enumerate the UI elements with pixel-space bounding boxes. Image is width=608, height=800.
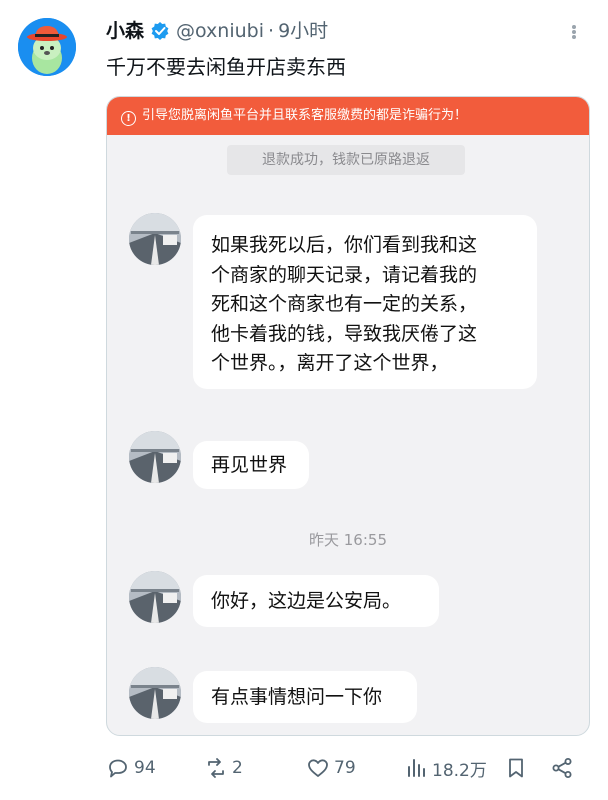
chat-message: 你好，这边是公安局。	[193, 575, 439, 627]
tweet-actions: 94 2 79 18.2万	[0, 748, 608, 788]
like-button[interactable]: 79	[306, 748, 356, 788]
chat-avatar	[129, 213, 181, 265]
repost-count: 2	[232, 758, 243, 778]
reply-icon	[109, 759, 127, 778]
warning-text: 引导您脱离闲鱼平台并且联系客服缴费的都是诈骗行为！	[142, 108, 468, 123]
chat-avatar	[129, 571, 181, 623]
repost-icon	[208, 758, 224, 778]
bookmark-icon	[509, 758, 523, 778]
tweet-time[interactable]: 9小时	[278, 20, 328, 42]
like-icon	[308, 759, 328, 777]
views-icon	[408, 759, 425, 777]
tweet-text: 千万不要去闲鱼开店卖东西	[106, 55, 346, 79]
more-icon[interactable]	[562, 24, 586, 40]
view-count: 18.2万	[432, 760, 487, 781]
share-icon	[552, 758, 572, 778]
reply-button[interactable]: 94	[106, 748, 156, 788]
repost-button[interactable]: 2	[204, 748, 243, 788]
chat-avatar	[129, 667, 181, 719]
tweet-header: 小森 @oxniubi · 9小时	[106, 17, 586, 45]
verified-badge-icon	[150, 21, 170, 41]
separator-dot: ·	[268, 20, 275, 42]
like-count: 79	[334, 758, 356, 778]
share-button[interactable]	[550, 748, 578, 788]
chat-message: 有点事情想问一下你	[193, 671, 417, 723]
fraud-warning-banner: ! 引导您脱离闲鱼平台并且联系客服缴费的都是诈骗行为！	[107, 97, 589, 135]
alert-icon: !	[121, 111, 136, 126]
system-notice: 退款成功，钱款已原路退返	[227, 145, 465, 175]
views-button[interactable]: 18.2万	[404, 748, 487, 788]
chat-message: 如果我死以后，你们看到我和这 个商家的聊天记录，请记着我的 死和这个商家也有一定…	[193, 215, 537, 389]
reply-count: 94	[134, 758, 156, 778]
user-handle[interactable]: @oxniubi	[176, 20, 264, 42]
media-card[interactable]: ! 引导您脱离闲鱼平台并且联系客服缴费的都是诈骗行为！ 退款成功，钱款已原路退返 …	[106, 96, 590, 736]
chat-avatar	[129, 431, 181, 483]
chat-timestamp: 昨天 16:55	[309, 531, 387, 549]
user-avatar[interactable]	[18, 18, 76, 76]
display-name[interactable]: 小森	[106, 20, 144, 42]
chat-message: 再见世界	[193, 441, 309, 489]
bookmark-button[interactable]	[504, 748, 532, 788]
